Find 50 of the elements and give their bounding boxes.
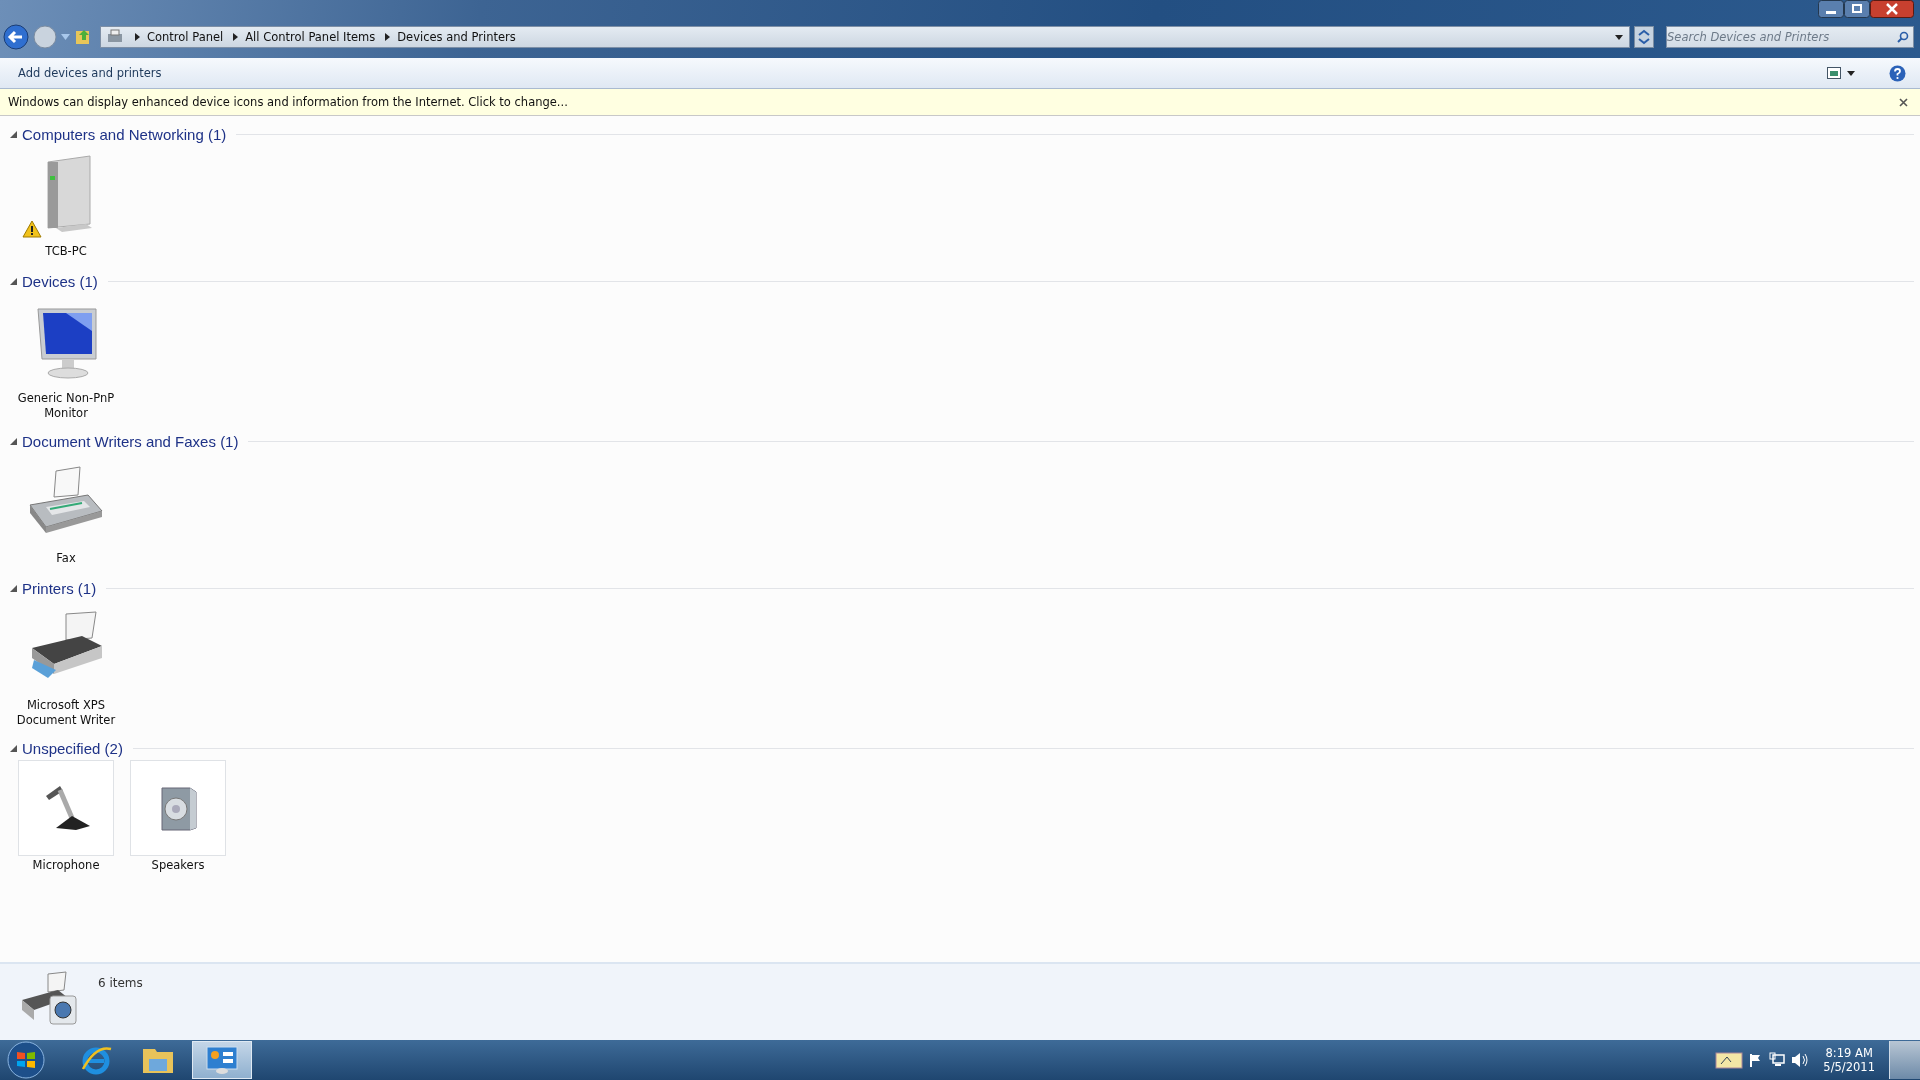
group-header[interactable]: Unspecified (2) [22, 739, 123, 757]
minimize-button[interactable] [1818, 0, 1844, 18]
show-desktop-button[interactable] [1889, 1041, 1920, 1079]
group-header[interactable]: Printers (1) [22, 579, 97, 597]
volume-icon[interactable] [1791, 1052, 1810, 1068]
close-icon[interactable] [1899, 97, 1908, 107]
device-label[interactable]: Speakers [126, 858, 230, 873]
breadcrumb-arrow-icon[interactable] [385, 33, 392, 41]
add-devices-button[interactable]: Add devices and printers [18, 66, 162, 80]
device-label[interactable]: Fax [14, 551, 118, 566]
view-dropdown-icon[interactable] [1847, 70, 1855, 76]
collapse-icon[interactable] [10, 130, 17, 138]
start-button[interactable] [6, 1040, 46, 1080]
device-tile-frame[interactable] [130, 760, 226, 856]
refresh-button[interactable] [1634, 26, 1654, 48]
address-bar[interactable]: Control Panel All Control Panel Items Devices and Printers [100, 26, 1630, 48]
clock[interactable]: 8:19 AM 5/5/2011 [1823, 1046, 1875, 1074]
clock-time: 8:19 AM [1825, 1046, 1873, 1060]
group-header[interactable]: Devices (1) [22, 272, 98, 290]
collapse-icon[interactable] [10, 437, 17, 445]
device-label[interactable]: Generic Non-PnP Monitor [14, 391, 118, 421]
control-panel-icon [205, 1045, 239, 1075]
device-label[interactable]: TCB-PC [14, 244, 118, 259]
breadcrumb[interactable]: Control Panel [147, 30, 224, 44]
collapse-icon[interactable] [10, 584, 17, 592]
back-button[interactable] [3, 24, 29, 50]
breadcrumb-arrow-icon[interactable] [135, 33, 141, 41]
info-bar-message[interactable]: Windows can display enhanced device icons and information from the Internet. Click to change... [8, 95, 568, 109]
breadcrumb[interactable]: All Control Panel Items [245, 30, 376, 44]
view-options-icon[interactable] [1827, 67, 1841, 79]
info-bar[interactable]: Windows can display enhanced device icons and information from the Internet. Click to change... [0, 89, 1920, 116]
item-count: 6 items [98, 976, 143, 990]
group-header[interactable]: Computers and Networking (1) [22, 125, 227, 143]
search-icon [1897, 31, 1909, 43]
search-field[interactable]: Search Devices and Printers [1666, 26, 1914, 48]
breadcrumb-arrow-icon[interactable] [233, 33, 240, 41]
control-panel-taskbar-button[interactable] [192, 1041, 252, 1079]
help-icon[interactable] [1889, 64, 1906, 82]
group-header[interactable]: Document Writers and Faxes (1) [22, 432, 239, 450]
collapse-icon[interactable] [10, 744, 17, 752]
breadcrumb[interactable]: Devices and Printers [397, 30, 516, 44]
device-label[interactable]: Microphone [14, 858, 118, 873]
close-button[interactable] [1870, 0, 1914, 18]
network-icon[interactable] [1769, 1052, 1786, 1068]
maximize-button[interactable] [1844, 0, 1870, 18]
dropdown-icon[interactable] [1615, 34, 1623, 40]
collapse-icon[interactable] [10, 277, 17, 285]
device-tile-frame[interactable] [18, 760, 114, 856]
device-label[interactable]: Microsoft XPS Document Writer [14, 698, 118, 728]
clock-date: 5/5/2011 [1823, 1060, 1875, 1074]
